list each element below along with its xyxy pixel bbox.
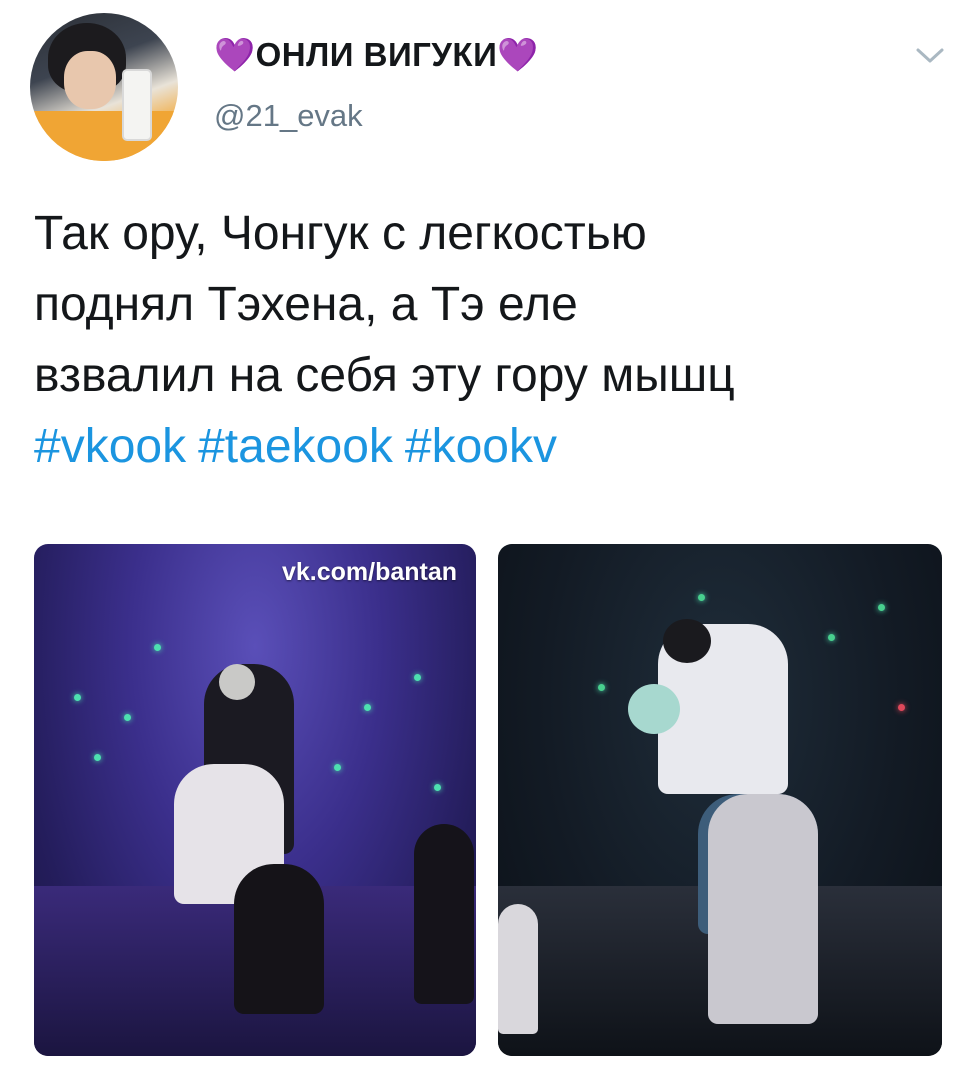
tweet-text: Так ору, Чонгук с легкостью поднял Тэхен… bbox=[34, 198, 954, 482]
watermark: vk.com/bantan bbox=[282, 558, 458, 586]
media-photo-left[interactable]: vk.com/bantan bbox=[34, 544, 476, 1056]
tweet-text-line: поднял Тэхена, а Тэ еле bbox=[34, 278, 578, 331]
tweet-text-line: Так ору, Чонгук с легкостью bbox=[34, 207, 647, 260]
hashtag-link[interactable]: #vkook bbox=[34, 420, 186, 473]
heart-emoji-left: 💜 bbox=[214, 36, 256, 73]
display-name-text: ОНЛИ ВИГУКИ bbox=[255, 36, 498, 73]
hashtag-list: #vkook #taekook #kookv bbox=[34, 411, 954, 482]
user-handle[interactable]: @21_evak bbox=[214, 98, 363, 134]
tweet-text-line: взвалил на себя эту гору мышц bbox=[34, 349, 735, 402]
heart-emoji-right: 💜 bbox=[497, 36, 539, 73]
tweet-card: 💜ОНЛИ ВИГУКИ💜 @21_evak Так ору, Чонгук с… bbox=[0, 0, 974, 1080]
hashtag-link[interactable]: #taekook bbox=[198, 420, 393, 473]
chevron-down-icon[interactable] bbox=[914, 44, 946, 68]
display-name[interactable]: 💜ОНЛИ ВИГУКИ💜 bbox=[214, 36, 539, 75]
media-photo-right[interactable] bbox=[498, 544, 942, 1056]
hashtag-link[interactable]: #kookv bbox=[405, 420, 557, 473]
avatar[interactable] bbox=[30, 13, 178, 161]
